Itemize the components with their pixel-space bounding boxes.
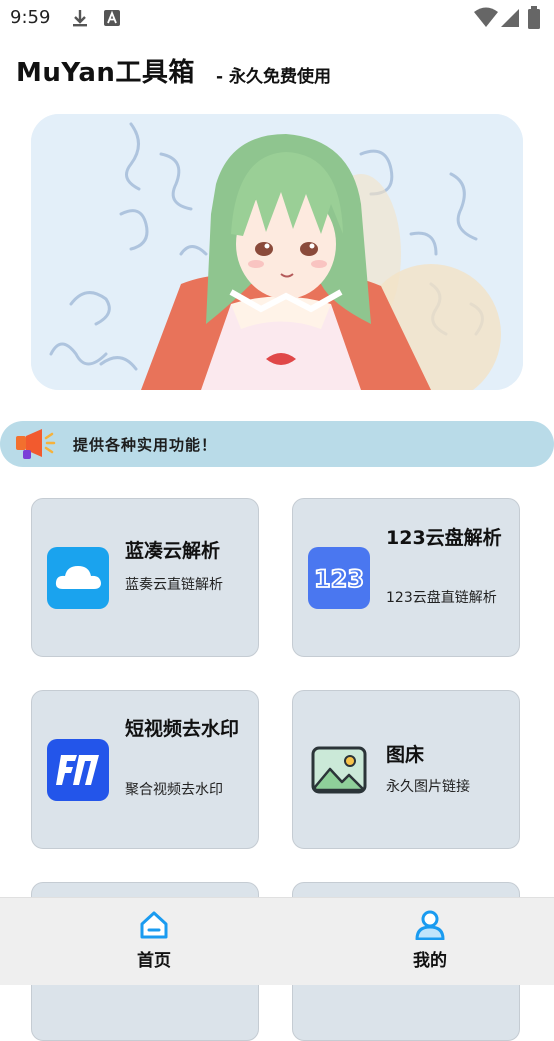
video-icon <box>47 739 109 801</box>
nav-mine[interactable]: 我的 <box>390 910 470 971</box>
tool-card-image-host[interactable]: 图床 永久图片链接 <box>292 690 520 849</box>
image-icon <box>311 746 367 794</box>
nav-mine-label: 我的 <box>413 951 447 971</box>
home-icon <box>140 911 168 939</box>
notice-text: 提供各种实用功能！ <box>73 436 218 454</box>
battery-icon <box>528 6 540 29</box>
svg-text:123: 123 <box>314 565 364 593</box>
tool-desc: 123云盘直链解析 <box>386 590 497 606</box>
tool-desc: 聚合视频去水印 <box>125 782 223 798</box>
tool-title: 图床 <box>386 744 425 766</box>
tool-card-watermark[interactable]: 短视频去水印 聚合视频去水印 <box>31 690 259 849</box>
tool-title: 短视频去水印 <box>125 718 240 740</box>
accessibility-a-icon <box>104 10 120 26</box>
app-title: MuYan工具箱 <box>16 58 195 88</box>
tool-card-123pan[interactable]: 123 123云盘解析 123云盘直链解析 <box>292 498 520 657</box>
download-icon <box>73 10 87 27</box>
tool-card-lanzou[interactable]: 蓝凑云解析 蓝奏云直链解析 <box>31 498 259 657</box>
status-time: 9:59 <box>10 7 51 28</box>
tool-desc: 永久图片链接 <box>386 779 470 795</box>
wifi-icon <box>474 7 498 27</box>
tool-title: 蓝凑云解析 <box>125 540 221 562</box>
nav-home[interactable]: 首页 <box>114 910 194 971</box>
app-subtitle: - 永久免费使用 <box>216 67 331 87</box>
notice-bar: 提供各种实用功能！ <box>0 421 554 467</box>
123-icon: 123 <box>308 547 370 609</box>
nav-home-label: 首页 <box>137 951 171 971</box>
status-bar: 9:59 <box>0 0 554 36</box>
megaphone-icon <box>16 429 56 459</box>
signal-icon <box>501 9 519 27</box>
tool-title: 123云盘解析 <box>386 527 502 549</box>
cloud-icon <box>47 547 109 609</box>
banner-image <box>31 114 523 390</box>
user-icon <box>415 910 445 941</box>
bottom-nav: 首页 我的 <box>0 897 554 985</box>
tool-desc: 蓝奏云直链解析 <box>125 577 223 593</box>
